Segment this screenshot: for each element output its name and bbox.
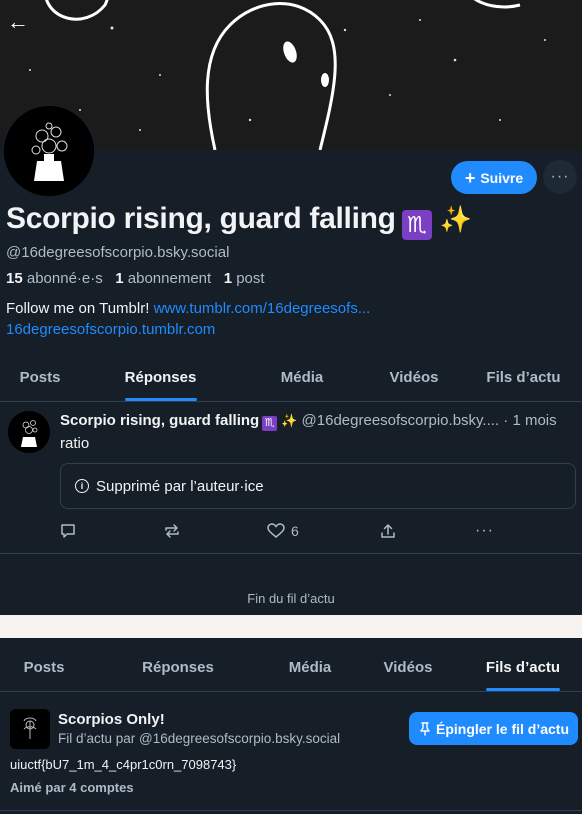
deleted-post-notice: i Supprimé par l’auteur·ice: [60, 463, 576, 509]
tab-replies[interactable]: Réponses: [88, 645, 268, 691]
followers-link[interactable]: 15 abonné·e·s: [6, 270, 103, 287]
section-separator: [0, 615, 582, 638]
share-button[interactable]: [380, 521, 396, 541]
plus-icon: +: [464, 167, 476, 188]
pin-icon: [420, 721, 430, 736]
more-options-button[interactable]: ···: [543, 160, 577, 194]
profile-stats: 15 abonné·e·s 1 abonnement 1 post: [6, 270, 265, 287]
post-avatar-illustration: [8, 411, 50, 453]
tab-media[interactable]: Média: [268, 645, 352, 691]
tab-videos[interactable]: Vidéos: [352, 645, 464, 691]
profile-handle: @16degreesofscorpio.bsky.social: [6, 244, 230, 261]
follow-button[interactable]: + Suivre: [451, 161, 537, 194]
feed-avatar-illustration: [10, 709, 50, 749]
post-author-name[interactable]: Scorpio rising, guard falling: [60, 412, 259, 429]
following-count: 1: [115, 270, 124, 287]
active-tab-indicator: [486, 688, 560, 691]
tab-label: Posts: [23, 659, 65, 676]
avatar-illustration: [4, 106, 94, 196]
post-author-avatar[interactable]: [8, 411, 50, 453]
bio-text: Follow me on Tumblr!: [6, 300, 150, 317]
tab-videos[interactable]: Vidéos: [363, 355, 465, 401]
tab-media[interactable]: Média: [241, 355, 363, 401]
reply-icon: [61, 524, 75, 538]
profile-tabs-secondary: Posts Réponses Média Vidéos Fils d’actu: [0, 645, 582, 692]
profile-bio: Follow me on Tumblr! www.tumblr.com/16de…: [6, 298, 370, 340]
reply-button[interactable]: [60, 521, 76, 541]
feed-description: uiuctf{bU7_1m_4_c4pr1c0rn_7098743}: [10, 757, 237, 772]
profile-tabs: Posts Réponses Média Vidéos Fils d’actu: [0, 355, 582, 402]
tab-label: Vidéos: [383, 659, 433, 676]
following-link[interactable]: 1 abonnement: [115, 270, 211, 287]
sparkles-emoji-icon: ✨: [281, 413, 298, 428]
tab-label: Fils d’actu: [485, 659, 561, 676]
tab-posts[interactable]: Posts: [0, 645, 88, 691]
feed-liked-by[interactable]: Aimé par 4 comptes: [10, 780, 134, 795]
posts-count: 1: [223, 270, 233, 287]
ellipsis-icon: ···: [475, 522, 494, 539]
post-timestamp[interactable]: · 1 mois: [499, 412, 556, 429]
pin-feed-button[interactable]: Épingler le fil d’actu: [409, 712, 578, 745]
ellipsis-icon: ···: [550, 168, 570, 185]
post-header: Scorpio rising, guard falling ♏ ✨ @16degre…: [60, 412, 578, 431]
tab-label: Média: [288, 659, 332, 676]
following-label: abonnement: [127, 270, 212, 287]
posts-stat: 1 post: [224, 270, 265, 287]
tab-label: Posts: [19, 369, 61, 386]
tab-replies[interactable]: Réponses: [80, 355, 241, 401]
back-arrow-icon[interactable]: ←: [6, 10, 30, 34]
tab-label: Réponses: [124, 369, 197, 386]
tab-feeds[interactable]: Fils d’actu: [465, 355, 582, 401]
repost-icon: [165, 524, 179, 538]
bio-link-tumblr[interactable]: www.tumblr.com/16degreesofs...: [154, 300, 371, 317]
profile-display-name: Scorpio rising, guard falling ♏ ✨: [6, 202, 472, 240]
feed-name[interactable]: Scorpios Only!: [58, 711, 165, 728]
end-of-feed-label: Fin du fil d’actu: [247, 591, 335, 606]
tab-label: Fils d’actu: [486, 369, 561, 386]
post-actions: 6 ···: [60, 521, 500, 541]
profile-avatar[interactable]: [2, 104, 96, 198]
post-item[interactable]: Scorpio rising, guard falling ♏ ✨ @16degre…: [0, 401, 582, 554]
tab-label: Réponses: [142, 659, 214, 676]
tab-feeds[interactable]: Fils d’actu: [464, 645, 582, 691]
feed-card[interactable]: Scorpios Only! Fil d’actu par @16degrees…: [0, 692, 582, 811]
scorpio-emoji-icon: ♏: [401, 210, 432, 240]
followers-label: abonné·e·s: [26, 270, 103, 287]
post-author-handle[interactable]: @16degreesofscorpio.bsky....: [302, 412, 500, 429]
heart-icon: [267, 523, 285, 538]
feed-avatar: [10, 709, 50, 749]
followers-count: 15: [6, 270, 23, 287]
repost-button[interactable]: [163, 521, 181, 541]
tab-posts[interactable]: Posts: [0, 355, 80, 401]
follow-button-label: Suivre: [480, 169, 524, 186]
tab-label: Média: [280, 369, 324, 386]
info-icon: i: [75, 479, 89, 493]
pin-feed-label: Épingler le fil d’actu: [435, 720, 570, 737]
bio-link-tumblr-subdomain[interactable]: 16degreesofscorpio.tumblr.com: [6, 321, 215, 338]
share-icon: [381, 524, 395, 538]
display-name-text: Scorpio rising, guard falling: [6, 202, 396, 235]
like-count: 6: [291, 523, 299, 539]
post-more-button[interactable]: ···: [475, 521, 494, 541]
scorpio-emoji-icon: ♏: [262, 416, 278, 431]
posts-label: post: [236, 270, 265, 287]
tab-label: Vidéos: [389, 369, 439, 386]
sparkles-emoji-icon: ✨: [439, 204, 472, 234]
feed-creator: Fil d’actu par @16degreesofscorpio.bsky.…: [58, 731, 341, 746]
deleted-notice-text: Supprimé par l’auteur·ice: [96, 477, 264, 495]
like-button[interactable]: 6: [267, 521, 299, 541]
post-text: ratio: [60, 435, 90, 452]
